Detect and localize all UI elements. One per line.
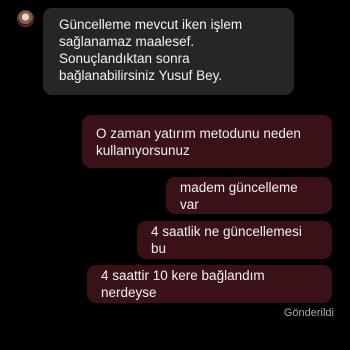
message-status: Gönderildi [283,307,334,319]
message-line: Sonuçlandıktan sonra [59,51,190,66]
outgoing-message[interactable]: 4 saattir 10 kere bağlandım nerdeyse [87,265,332,303]
message-line: Güncelleme mevcut iken işlem [59,17,243,32]
message-line: sağlanamaz maalesef. [59,34,195,49]
incoming-message[interactable]: Güncelleme mevcut iken işlem sağlanamaz … [43,8,294,95]
message-line: bağlanabilirsiniz Yusuf Bey. [59,68,223,83]
message-text: O zaman yatırım metodunu neden kullanıyo… [96,125,301,159]
outgoing-message[interactable]: 4 saatlik ne güncellemesi bu [137,221,332,259]
message-line: O zaman yatırım metodunu neden [96,125,301,141]
outgoing-message[interactable]: O zaman yatırım metodunu neden kullanıyo… [82,115,332,168]
outgoing-message[interactable]: madem güncelleme var [166,177,332,214]
contact-avatar[interactable] [17,10,34,27]
message-text: 4 saatlik ne güncellemesi bu [151,224,302,256]
message-line: kullanıyorsunuz [96,142,190,158]
message-text: 4 saattir 10 kere bağlandım nerdeyse [101,268,265,300]
message-text: madem güncelleme var [180,179,298,212]
